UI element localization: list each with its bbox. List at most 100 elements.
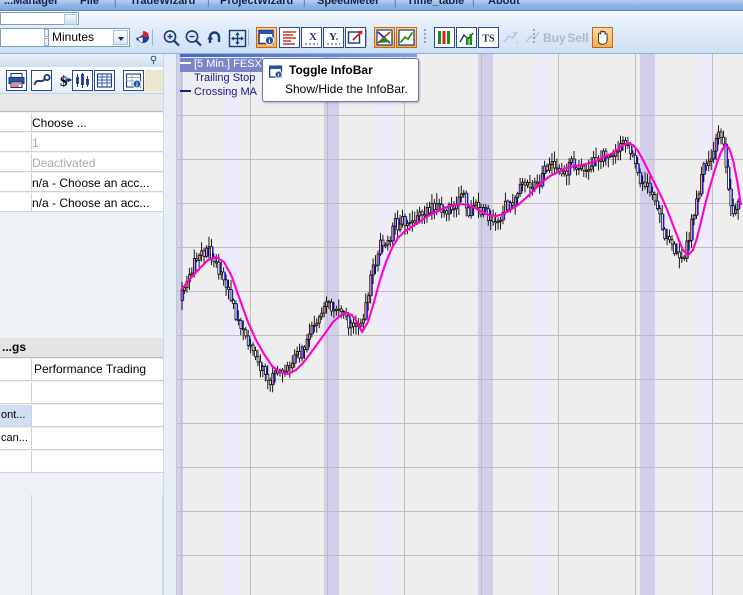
time-unit-value: Minutes: [52, 30, 95, 44]
tooltip-title: Toggle InfoBar: [289, 63, 373, 77]
candle-chart-icon[interactable]: [456, 27, 477, 48]
row-label: can...: [1, 432, 28, 444]
zoom-out-icon[interactable]: [182, 27, 203, 48]
column-divider: [31, 451, 32, 473]
toolbar-grip[interactable]: [424, 29, 427, 46]
column-divider: [31, 428, 32, 450]
legend-item[interactable]: Crossing MA: [180, 86, 262, 100]
menubar: ...Manager File TradeWizard ProjectWizar…: [0, 0, 743, 11]
y-axis-icon[interactable]: Y: [323, 27, 344, 48]
row-value: n/a - Choose an acc...: [32, 176, 150, 190]
menu-separator: |: [303, 0, 306, 8]
time-unit-select[interactable]: Minutes: [48, 28, 130, 47]
table-row[interactable]: Choose ...: [0, 113, 163, 132]
svg-text:$: $: [60, 74, 68, 90]
table-row[interactable]: Performance Trading: [0, 359, 163, 381]
pan-move-icon[interactable]: [226, 27, 247, 48]
svg-text:i: i: [269, 38, 271, 45]
sell-label: Sell: [567, 31, 589, 45]
toolbar-separator: [248, 29, 249, 46]
panel-splitter[interactable]: [163, 54, 177, 595]
account-grid-header: [0, 94, 163, 112]
pin-icon[interactable]: ⚲: [148, 55, 159, 66]
menu-separator: |: [207, 0, 210, 8]
add-series-icon[interactable]: +1: [500, 27, 521, 48]
row-value: 1: [32, 136, 39, 150]
row-value: n/a - Choose an acc...: [32, 196, 150, 210]
symbol-combo[interactable]: [0, 12, 79, 25]
column-divider: [31, 359, 32, 381]
table-grid-icon[interactable]: [94, 70, 115, 91]
toolbar-grip[interactable]: [533, 29, 536, 46]
svg-text:X: X: [309, 31, 317, 43]
table-row[interactable]: 1: [0, 133, 163, 152]
toolbar-lower-row: Minutes i X Y TS + Buy Sell: [0, 25, 743, 54]
expand-arrow-icon[interactable]: [345, 27, 366, 48]
left-panel: ⚲ $ i Choose ... 1 Deactivated n/a - Cho…: [0, 54, 166, 595]
info-table-icon[interactable]: i: [123, 70, 144, 91]
left-panel-footer: [0, 495, 163, 595]
table-row[interactable]: [0, 382, 163, 404]
legend-label: Trailing Stop: [194, 72, 256, 84]
menu-item-6[interactable]: About: [488, 0, 520, 7]
zoom-in-icon[interactable]: [160, 27, 181, 48]
settings-grid: ...gs Performance Trading ont... can...: [0, 338, 163, 495]
undo-icon[interactable]: [204, 27, 225, 48]
table-row[interactable]: [0, 451, 163, 473]
left-panel-spacer: [0, 259, 163, 338]
print-icon[interactable]: [6, 70, 27, 91]
chart-bars-icon[interactable]: [72, 70, 93, 91]
trend-line-icon[interactable]: [396, 27, 417, 48]
legend-item[interactable]: Trailing Stop: [180, 72, 262, 86]
sell-button[interactable]: Sell: [566, 27, 590, 48]
table-row[interactable]: n/a - Choose an acc...: [0, 193, 163, 212]
buy-button[interactable]: Buy: [542, 27, 566, 48]
menu-item-4[interactable]: SpeedMeter: [317, 0, 379, 7]
column-divider: [31, 495, 32, 595]
chart-area[interactable]: [5 Min.] FESX Trailing Stop Crossing MA …: [177, 54, 743, 595]
toolbar-upper-row: [0, 11, 743, 25]
chart-title-underline: [180, 54, 417, 57]
menu-separator: |: [114, 0, 117, 8]
hand-tool-icon[interactable]: [592, 27, 613, 48]
table-row[interactable]: can...: [0, 428, 163, 450]
row-label: [0, 382, 31, 403]
legend-swatch: [180, 90, 191, 93]
properties-icon[interactable]: [130, 27, 151, 48]
menu-item-1[interactable]: File: [80, 0, 99, 7]
settings-wrench-icon[interactable]: [31, 70, 52, 91]
chevron-down-icon[interactable]: [64, 14, 77, 25]
chevron-down-icon[interactable]: [113, 30, 128, 45]
text-lines-icon[interactable]: [279, 27, 300, 48]
svg-text:TS: TS: [482, 34, 495, 45]
toolbar-separator: [366, 29, 367, 46]
x-axis-icon[interactable]: X: [301, 27, 322, 48]
crossing-ma-icon[interactable]: [374, 27, 395, 48]
menu-item-3[interactable]: ProjectWizard: [220, 0, 293, 7]
ts-icon[interactable]: TS: [478, 27, 499, 48]
settings-grid-header: ...gs: [0, 338, 163, 358]
tooltip-body: Show/Hide the InfoBar.: [285, 82, 408, 96]
row-value: Choose ...: [32, 116, 87, 130]
row-value: Performance Trading: [34, 362, 147, 376]
menu-item-2[interactable]: TradeWizard: [130, 0, 195, 7]
buy-label: Buy: [543, 31, 566, 45]
table-row[interactable]: ont...: [0, 405, 163, 427]
row-label: [0, 451, 31, 472]
menu-separator: |: [394, 0, 397, 8]
toolbar-separator: [152, 29, 153, 46]
toolbar: Minutes i X Y TS + Buy Sell: [0, 11, 743, 54]
currency-icon[interactable]: $: [53, 70, 74, 91]
table-row[interactable]: Deactivated: [0, 153, 163, 172]
legend-label: Crossing MA: [194, 86, 257, 98]
row-label: [0, 359, 31, 380]
price-series: [180, 125, 743, 393]
menu-item-0[interactable]: ...Manager: [4, 0, 58, 7]
menu-item-5[interactable]: Time_table: [407, 0, 464, 7]
toggle-infobar-icon: i: [268, 64, 284, 80]
bar-chart-icon[interactable]: [434, 27, 455, 48]
column-divider: [31, 405, 32, 427]
legend-item[interactable]: [5 Min.] FESX: [180, 58, 262, 72]
toggle-infobar-icon[interactable]: i: [256, 27, 277, 48]
table-row[interactable]: n/a - Choose an acc...: [0, 173, 163, 192]
